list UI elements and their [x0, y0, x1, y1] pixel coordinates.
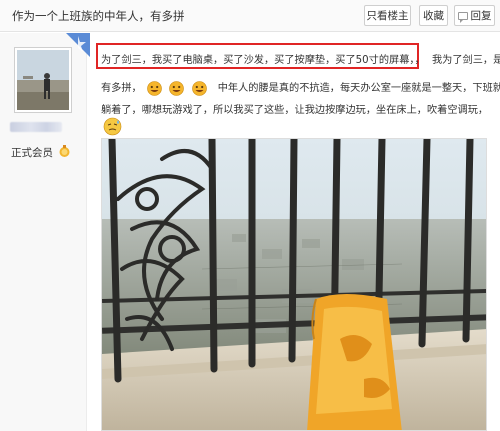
only-op-label: 只看楼主 — [366, 10, 409, 22]
thread-header: 作为一个上班族的中年人，有多拼 只看楼主 收藏 回复 — [0, 0, 500, 32]
highlighted-text: 为了剑三，我买了电脑桌，买了沙发，买了按摩垫，买了50寸的屏幕，， — [101, 55, 425, 66]
favorite-label: 收藏 — [423, 10, 444, 22]
grin-emoji-icon — [191, 80, 208, 96]
favorite-button[interactable]: 收藏 — [419, 5, 448, 26]
reply-label: 回复 — [470, 10, 492, 22]
grin-emoji-icon — [146, 80, 163, 96]
reply-icon — [457, 11, 468, 23]
avatar[interactable] — [14, 47, 72, 113]
post-line-3-text: 躺着了，哪想玩游戏了，所以我买了这些，让我边按摩边玩，坐在床上，吹着空调玩， — [101, 105, 489, 116]
post-line-1: 为了剑三，我买了电脑桌，买了沙发，买了按摩垫，买了50寸的屏幕，， 我为了剑三，… — [101, 51, 500, 66]
post-line-2-start: 有多拼， — [101, 83, 142, 94]
post-photo[interactable] — [101, 138, 487, 431]
thread-title: 作为一个上班族的中年人，有多拼 — [12, 9, 185, 23]
username-blurred[interactable] — [10, 122, 62, 132]
sweat-emoji-icon — [103, 117, 122, 136]
only-op-button[interactable]: 只看楼主 — [364, 5, 411, 26]
op-corner-badge-icon — [66, 33, 90, 57]
avatar-image — [17, 50, 69, 110]
post-line-3: 躺着了，哪想玩游戏了，所以我买了这些，让我边按摩边玩，坐在床上，吹着空调玩， — [101, 101, 488, 116]
medal-icon — [58, 143, 71, 157]
reply-button[interactable]: 回复 — [454, 5, 495, 26]
author-panel: 正式会员 — [0, 33, 87, 431]
balcony-photo-image — [102, 139, 486, 430]
user-rank: 正式会员 — [11, 147, 53, 159]
grin-emoji-icon — [168, 80, 185, 96]
post-line-1-tail: 我为了剑三，是 — [432, 55, 500, 66]
post-content: 为了剑三，我买了电脑桌，买了沙发，买了按摩垫，买了50寸的屏幕，， 我为了剑三，… — [95, 33, 500, 431]
post-line-2: 有多拼， 中年人的腰是真的不抗造，每天办公室一座就是一整天，下班就想 — [101, 79, 500, 96]
post-line-2-end: 中年人的腰是真的不抗造，每天办公室一座就是一整天，下班就想 — [217, 83, 500, 94]
